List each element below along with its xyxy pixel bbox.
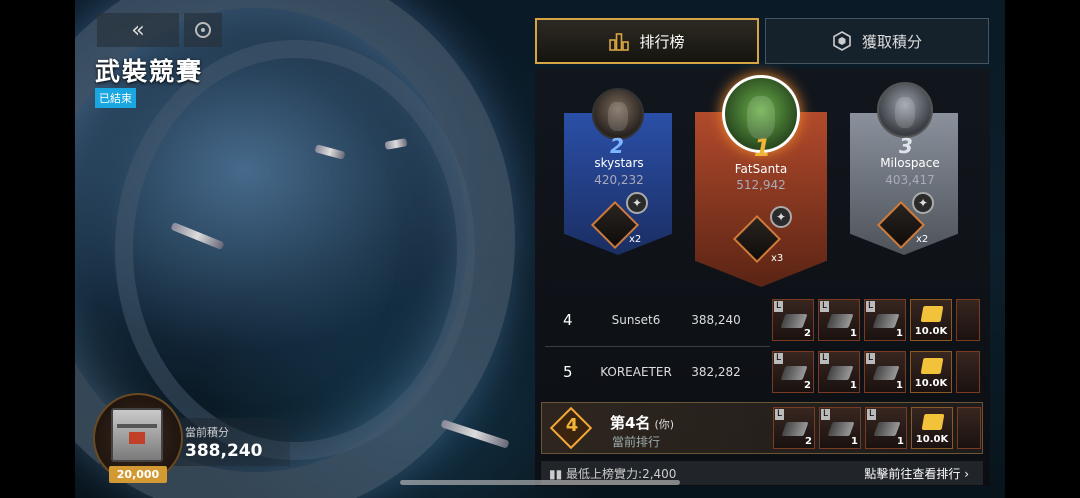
player-score: 512,942 — [736, 178, 786, 192]
row-rank: 5 — [563, 363, 573, 381]
player-name: skystars — [594, 156, 644, 170]
reward-item[interactable] — [957, 407, 981, 449]
player-name: FatSanta — [734, 162, 788, 176]
power-icon: ▮▮ — [549, 467, 563, 481]
row-rank: 4 — [563, 311, 573, 329]
reward-item[interactable]: L2 — [772, 299, 814, 341]
view-ranking-link[interactable]: 點擊前往查看排行 › — [864, 465, 969, 482]
reward-count: x2 — [629, 234, 642, 245]
locate-button[interactable] — [184, 13, 222, 47]
table-row[interactable]: 4 Sunset6 388,240 L2 L1 L1 10.0K — [545, 297, 985, 345]
reward-item[interactable]: L1 — [818, 299, 860, 341]
double-chevron-left-icon: « — [131, 17, 145, 43]
row-score: 388,240 — [691, 313, 741, 327]
podium-rank: 2 — [610, 134, 624, 158]
hexagon-points-icon — [833, 31, 851, 51]
reward-item[interactable]: L1 — [864, 351, 906, 393]
my-rank-row[interactable]: 4 第4名 (你) 當前排行 L2 L1 L1 10.0K — [541, 402, 983, 454]
reward-item[interactable]: L2 — [773, 407, 815, 449]
gold-reward-item[interactable]: 10.0K — [910, 299, 952, 341]
current-points-value: 388,240 — [185, 441, 263, 461]
podium-rank: 1 — [754, 134, 771, 162]
reward-item[interactable] — [956, 299, 980, 341]
avatar[interactable] — [877, 82, 933, 138]
chevron-right-icon: › — [964, 467, 969, 481]
gear-icon: ✦ — [626, 192, 648, 214]
reward-count: x2 — [916, 234, 929, 245]
gold-coin-icon — [920, 358, 944, 374]
reward-item[interactable] — [956, 351, 980, 393]
row-score: 382,282 — [691, 365, 741, 379]
tab-get-points-label: 獲取積分 — [861, 32, 922, 51]
player-score: 420,232 — [594, 173, 644, 187]
reward-item[interactable]: L1 — [864, 299, 906, 341]
tab-leaderboard-label: 排行榜 — [639, 32, 685, 51]
back-button[interactable]: « — [97, 13, 179, 47]
gear-icon: ✦ — [912, 192, 934, 214]
row-name: Sunset6 — [611, 313, 661, 327]
spaceship — [440, 419, 510, 449]
divider — [545, 346, 770, 347]
reward-items: L2 L1 L1 10.0K — [773, 407, 981, 449]
my-rank-subtitle: 當前排行 — [612, 435, 661, 449]
gold-coin-icon — [921, 414, 945, 430]
table-row[interactable]: 5 KOREAETER 382,282 L2 L1 L1 10.0K — [545, 349, 985, 397]
reward-item[interactable]: L1 — [819, 407, 861, 449]
reward-item[interactable]: L1 — [818, 351, 860, 393]
target-icon — [195, 22, 211, 38]
ranking-podium-icon — [609, 33, 630, 51]
tab-leaderboard[interactable]: 排行榜 — [535, 18, 759, 64]
chest-threshold: 20,000 — [109, 466, 167, 483]
row-name: KOREAETER — [600, 365, 672, 379]
reward-count: x3 — [771, 253, 784, 264]
current-points-label: 當前積分 — [185, 426, 229, 439]
gold-reward-item[interactable]: 10.0K — [911, 407, 953, 449]
reward-items: L2 L1 L1 10.0K — [772, 299, 980, 341]
status-badge: 已結束 — [95, 88, 136, 108]
player-score: 403,417 — [885, 173, 935, 187]
reward-chest-icon[interactable] — [111, 408, 163, 462]
reward-item[interactable]: L2 — [772, 351, 814, 393]
avatar[interactable] — [592, 88, 644, 140]
home-indicator — [400, 480, 680, 485]
tab-get-points[interactable]: 獲取積分 — [765, 18, 989, 64]
reward-item[interactable]: L1 — [865, 407, 907, 449]
event-title: 武裝競賽 — [95, 57, 204, 86]
player-name: Milospace — [880, 156, 940, 170]
gold-reward-item[interactable]: 10.0K — [910, 351, 952, 393]
my-rank-number: 4 — [565, 415, 579, 436]
podium-rank: 3 — [899, 134, 913, 158]
gold-coin-icon — [920, 306, 944, 322]
my-rank-title: 第4名 (你) — [610, 414, 675, 432]
reward-items: L2 L1 L1 10.0K — [772, 351, 980, 393]
gear-icon: ✦ — [770, 206, 792, 228]
space-station-inner-ring — [115, 40, 475, 460]
